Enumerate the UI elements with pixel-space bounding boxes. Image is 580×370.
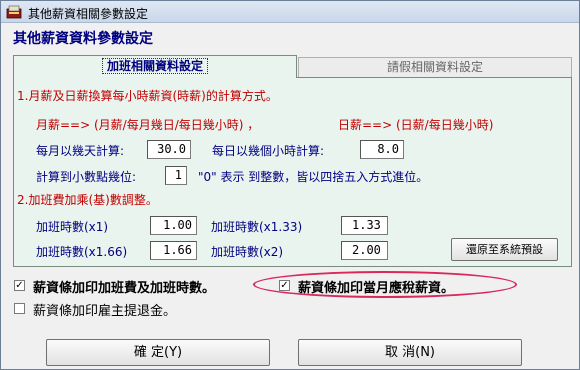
- overtime-x166-label: 加班時數(x1.66): [36, 245, 128, 259]
- formula-monthly: 月薪==> (月薪/每月幾日/每日幾小時) ，: [36, 118, 260, 132]
- decimal-note: "0" 表示 到整數，皆以四捨五入方式進位。: [198, 170, 429, 184]
- checkbox-taxable-salary[interactable]: ✓: [279, 280, 290, 291]
- days-per-month-input[interactable]: 30.0: [147, 140, 191, 159]
- checkbox-pension-label: 薪資條加印雇主提退金。: [33, 304, 177, 319]
- overtime-x133-label: 加班時數(x1.33): [211, 220, 303, 234]
- tab-leave-settings[interactable]: 請假相關資料設定: [298, 57, 572, 77]
- window-title: 其他薪資相關參數設定: [28, 7, 149, 21]
- decimal-places-input[interactable]: 1: [165, 166, 187, 185]
- overtime-x2-input[interactable]: 2.00: [341, 241, 388, 260]
- section2-heading: 2.加班費加乘(基)數調整。: [17, 193, 158, 207]
- settings-panel: 1.月薪及日薪換算每小時薪資(時薪)的計算方式。 月薪==> (月薪/每月幾日/…: [13, 77, 572, 267]
- section1-heading: 1.月薪及日薪換算每小時薪資(時薪)的計算方式。: [17, 89, 278, 103]
- dialog-window: 其他薪資相關參數設定 其他薪資資料參數設定 加班相關資料設定 請假相關資料設定 …: [0, 0, 580, 370]
- checkbox-overtime[interactable]: ✓: [14, 280, 25, 291]
- checkbox-pension[interactable]: [14, 303, 25, 314]
- hours-label: 每日以幾個小時計算:: [212, 144, 325, 158]
- overtime-x2-label: 加班時數(x2): [211, 245, 284, 259]
- days-label: 每月以幾天計算:: [36, 144, 125, 158]
- checkbox-overtime-label: 薪資條加印加班費及加班時數。: [33, 281, 216, 296]
- tab-overtime-settings[interactable]: 加班相關資料設定: [13, 55, 297, 78]
- hours-per-day-input[interactable]: 8.0: [360, 140, 404, 159]
- overtime-x1-label: 加班時數(x1): [36, 220, 109, 234]
- decimal-label: 計算到小數點幾位:: [36, 170, 137, 184]
- cancel-button[interactable]: 取 消(N): [298, 339, 522, 366]
- checkbox-taxable-salary-label: 薪資條加印當月應稅薪資。: [298, 281, 455, 296]
- overtime-x133-input[interactable]: 1.33: [341, 216, 388, 235]
- ok-button[interactable]: 確 定(Y): [46, 339, 270, 366]
- app-icon: [6, 5, 22, 19]
- overtime-x1-input[interactable]: 1.00: [150, 216, 197, 235]
- overtime-x166-input[interactable]: 1.66: [150, 241, 197, 260]
- title-bar: 其他薪資相關參數設定: [1, 1, 579, 23]
- tab-label: 加班相關資料設定: [101, 58, 208, 74]
- reset-default-button[interactable]: 還原至系統預設: [451, 238, 558, 261]
- page-title: 其他薪資資料參數設定: [13, 31, 153, 47]
- formula-daily: 日薪==> (日薪/每日幾小時): [338, 118, 494, 132]
